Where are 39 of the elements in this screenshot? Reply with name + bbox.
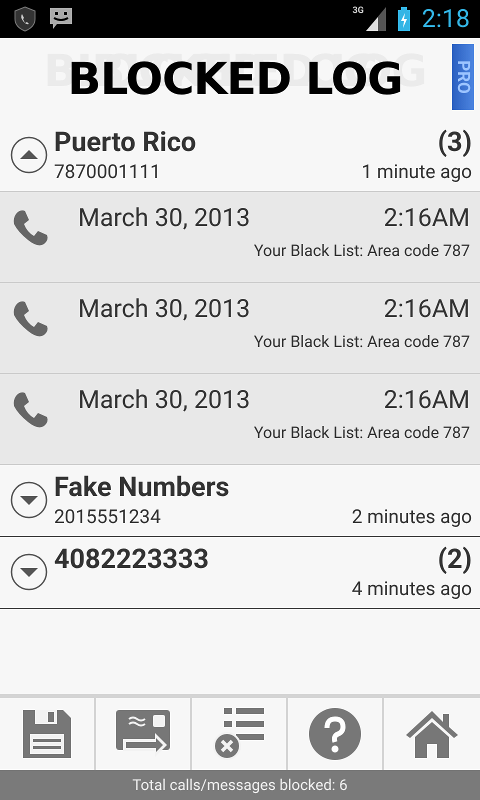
contact-group-row[interactable]: 4082223333 (2) 4 minutes ago bbox=[0, 537, 480, 609]
block-reason: Your Black List: Area code 787 bbox=[252, 241, 470, 260]
relative-time: 1 minute ago bbox=[362, 160, 472, 183]
contact-name: 4082223333 bbox=[54, 543, 210, 575]
call-time: 2:16AM bbox=[384, 204, 470, 233]
blocked-call-row[interactable]: March 30, 2013 2:16AM Your Black List: Area code 787 bbox=[0, 192, 480, 283]
battery-icon bbox=[398, 7, 410, 31]
expand-icon[interactable] bbox=[10, 552, 48, 590]
block-reason: Your Black List: Area code 787 bbox=[252, 423, 470, 442]
call-time: 2:16AM bbox=[384, 386, 470, 415]
list-remove-icon bbox=[212, 707, 266, 761]
call-date: March 30, 2013 bbox=[78, 295, 252, 324]
relative-time: 2 minutes ago bbox=[352, 505, 472, 528]
contact-name: Fake Numbers bbox=[54, 471, 230, 503]
expand-icon[interactable] bbox=[10, 480, 48, 518]
blocked-call-row[interactable]: March 30, 2013 2:16AM Your Black List: Area code 787 bbox=[0, 283, 480, 374]
blocked-total: Total calls/messages blocked: 6 bbox=[0, 770, 480, 800]
blocked-call-row[interactable]: March 30, 2013 2:16AM Your Black List: Area code 787 bbox=[0, 374, 480, 465]
help-icon bbox=[308, 707, 362, 761]
phone-number: 2015551234 bbox=[54, 505, 162, 528]
call-date: March 30, 2013 bbox=[78, 386, 252, 415]
home-icon bbox=[405, 709, 459, 759]
call-time: 2:16AM bbox=[384, 295, 470, 324]
signal-icon bbox=[366, 7, 386, 31]
collapse-icon[interactable] bbox=[10, 136, 48, 174]
contact-group-row[interactable]: Fake Numbers 2015551234 2 minutes ago bbox=[0, 465, 480, 537]
clock: 2:18 bbox=[422, 4, 470, 34]
phone-number: 7870001111 bbox=[54, 160, 162, 183]
save-icon bbox=[21, 708, 73, 760]
contact-name: Puerto Rico bbox=[54, 126, 198, 158]
call-date: March 30, 2013 bbox=[78, 204, 252, 233]
relative-time: 4 minutes ago bbox=[352, 577, 472, 600]
pro-badge: PRO bbox=[452, 44, 474, 110]
block-count: (3) bbox=[436, 126, 472, 158]
block-reason: Your Black List: Area code 787 bbox=[252, 332, 470, 351]
app-title: BLOCKED LOG bbox=[68, 54, 402, 104]
shield-icon bbox=[14, 6, 36, 32]
block-count: (2) bbox=[436, 543, 472, 575]
network-type: 3G bbox=[352, 6, 364, 16]
